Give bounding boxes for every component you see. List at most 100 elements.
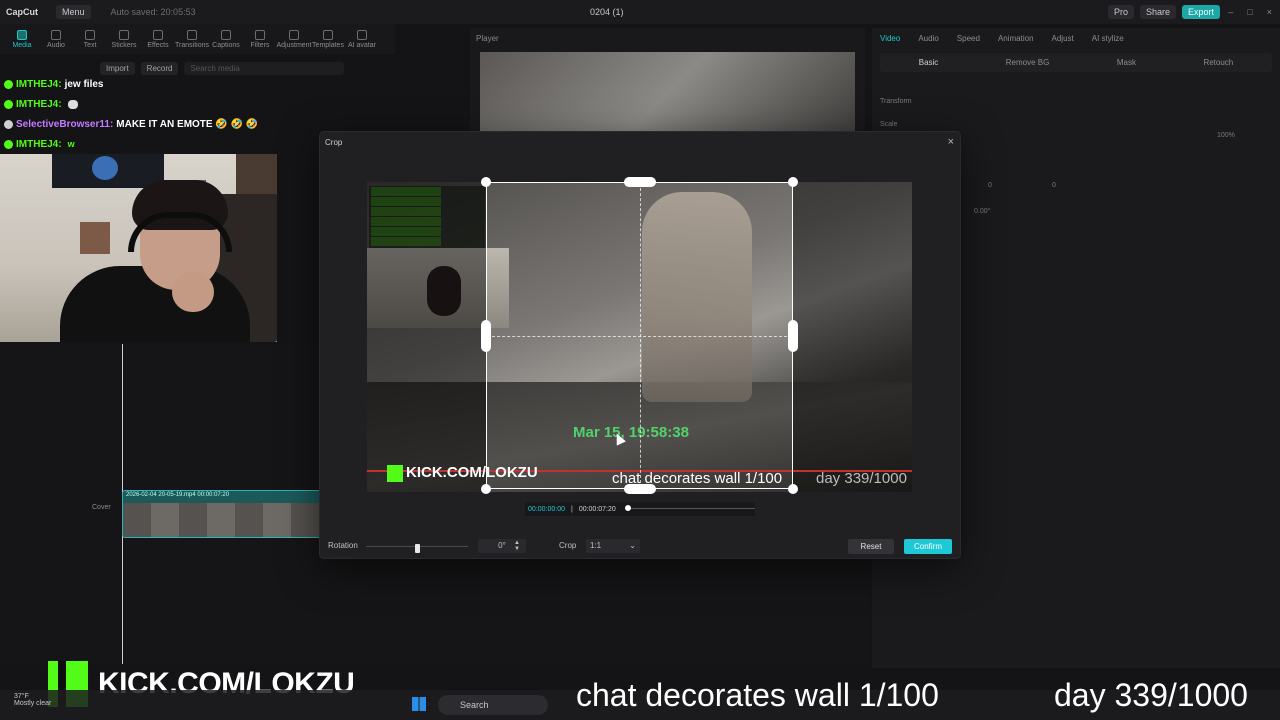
share-button[interactable]: Share [1139, 5, 1176, 19]
tab-speed[interactable]: Speed [957, 34, 980, 43]
taskbar-search[interactable]: Search [438, 695, 548, 715]
autosave-status: Auto saved: 20:05:53 [110, 7, 196, 17]
tab-label: Stickers [111, 41, 137, 49]
pro-button[interactable]: Pro [1107, 5, 1134, 19]
record-button[interactable]: Record [140, 61, 179, 75]
adjustment-icon [289, 29, 299, 40]
chat-username: IMTHEJ4: [16, 78, 62, 90]
tab-adjust[interactable]: Adjust [1052, 34, 1074, 43]
chat-line: IMTHEJ4: [4, 94, 304, 114]
weather-desc: Mostly clear [14, 700, 52, 707]
tab-stickers[interactable]: Stickers [108, 24, 140, 54]
player-panel: Player [470, 28, 865, 138]
crop-dialog-title: Crop [325, 138, 343, 147]
tab-label: Filters [250, 41, 270, 49]
crop-ratio-value: 1:1 [590, 541, 602, 550]
tab-templates[interactable]: Templates [312, 24, 344, 54]
sticker-icon [119, 29, 129, 40]
crop-controls: Rotation 0° ▲ ▼ Crop 1:1 ⌄ Reset Confirm [320, 536, 960, 558]
clip-label: 2026-02-04 20-05-19.mp4 00:00:07:20 [126, 492, 230, 498]
tab-media[interactable]: Media [6, 24, 38, 54]
tab-text[interactable]: Text [74, 24, 106, 54]
crop-frame[interactable] [481, 177, 798, 494]
chat-message: MAKE IT AN EMOTE 🤣 🤣 🤣 [116, 118, 259, 130]
close-window-icon[interactable]: × [1267, 7, 1272, 17]
tab-inspector-audio[interactable]: Audio [918, 34, 938, 43]
tab-filters[interactable]: Filters [244, 24, 276, 54]
tab-video[interactable]: Video [880, 34, 900, 43]
crop-scrubber-knob[interactable] [625, 505, 631, 511]
tab-captions[interactable]: Captions [210, 24, 242, 54]
ai-avatar-icon [357, 29, 367, 40]
crop-grid-horizontal [487, 335, 792, 337]
tab-ai-avatar[interactable]: AI avatar [346, 24, 378, 54]
crop-handle-top[interactable] [624, 177, 656, 187]
position-y-value[interactable]: 0 [1052, 182, 1056, 189]
crop-handle-right[interactable] [788, 320, 798, 352]
maximize-icon[interactable]: □ [1247, 7, 1252, 17]
weather-widget[interactable]: 37°F Mostly clear [14, 693, 51, 707]
subtab-mask[interactable]: Mask [1117, 58, 1136, 67]
rotation-label: Rotation [328, 541, 358, 550]
crop-dialog: Crop × KICK.COM/LOKZU Mar 15, 19:58:38 c… [320, 132, 960, 558]
crop-handle-left[interactable] [481, 320, 491, 352]
subtab-retouch[interactable]: Retouch [1203, 58, 1233, 67]
webcam-overlay [0, 154, 277, 342]
tab-animation[interactable]: Animation [998, 34, 1034, 43]
player-preview[interactable] [480, 52, 855, 136]
crop-handle-bottom-left[interactable] [481, 484, 491, 494]
chat-emote-icon: w [67, 139, 75, 149]
rotation-stepper-icon[interactable]: ▲ ▼ [514, 540, 520, 552]
crop-handle-top-right[interactable] [788, 177, 798, 187]
scale-value[interactable]: 100% [1217, 132, 1235, 139]
close-icon[interactable]: × [948, 136, 954, 148]
tab-ai-stylize[interactable]: AI stylize [1092, 34, 1124, 43]
webcam-banner [52, 154, 164, 188]
crop-handle-bottom[interactable] [624, 484, 656, 494]
time-separator: | [570, 505, 573, 513]
menu-button[interactable]: Menu [56, 5, 91, 19]
templates-icon [323, 29, 333, 40]
tab-effects[interactable]: Effects [142, 24, 174, 54]
position-x-value[interactable]: 0 [988, 182, 992, 189]
current-time: 00:00:00:00 [528, 505, 565, 513]
tab-audio[interactable]: Audio [40, 24, 72, 54]
chat-badge-icon [4, 119, 13, 129]
chat-line: IMTHEJ4: jew files [4, 74, 304, 94]
scale-label: Scale [880, 121, 898, 128]
stream-caption: chat decorates wall 1/100 [576, 677, 939, 713]
audio-icon [51, 29, 61, 40]
chat-username: IMTHEJ4: [16, 138, 62, 150]
confirm-button[interactable]: Confirm [904, 539, 952, 554]
media-search-input[interactable]: Search media [184, 61, 345, 75]
rotation-slider-knob[interactable] [415, 544, 420, 553]
project-title: 0204 (1) [590, 7, 624, 17]
minimize-icon[interactable]: – [1228, 7, 1233, 17]
subtab-remove-bg[interactable]: Remove BG [1006, 58, 1050, 67]
chat-line: IMTHEJ4: w [4, 134, 304, 154]
export-button[interactable]: Export [1181, 5, 1220, 19]
crop-handle-bottom-right[interactable] [788, 484, 798, 494]
weather-temp: 37°F [14, 693, 29, 700]
tab-label: Audio [47, 41, 65, 49]
chat-badge-icon [4, 99, 13, 109]
crop-ratio-select[interactable]: 1:1 ⌄ [586, 539, 640, 553]
chat-badge-icon [4, 79, 13, 89]
inspector-subtabs: Basic Remove BG Mask Retouch [880, 53, 1272, 72]
cover-button[interactable]: Cover [92, 504, 111, 511]
subtab-basic[interactable]: Basic [919, 58, 939, 67]
transform-heading: Transform [880, 98, 912, 105]
stream-day-counter: day 339/1000 [1054, 677, 1248, 713]
tab-transitions[interactable]: Transitions [175, 24, 209, 54]
crop-handle-top-left[interactable] [481, 177, 491, 187]
filters-icon [255, 29, 265, 40]
rotate-value[interactable]: 0.00° [974, 208, 990, 215]
topbar-actions: Pro Share Export [1107, 5, 1220, 19]
crop-scrubber[interactable] [627, 508, 755, 509]
tab-label: Captions [212, 41, 240, 49]
timeline-clip[interactable]: 2026-02-04 20-05-19.mp4 00:00:07:20 [122, 490, 322, 538]
import-button[interactable]: Import [100, 61, 135, 75]
reset-button[interactable]: Reset [848, 539, 894, 554]
windows-start-icon[interactable] [412, 697, 426, 711]
tab-adjustment[interactable]: Adjustment [276, 24, 312, 54]
